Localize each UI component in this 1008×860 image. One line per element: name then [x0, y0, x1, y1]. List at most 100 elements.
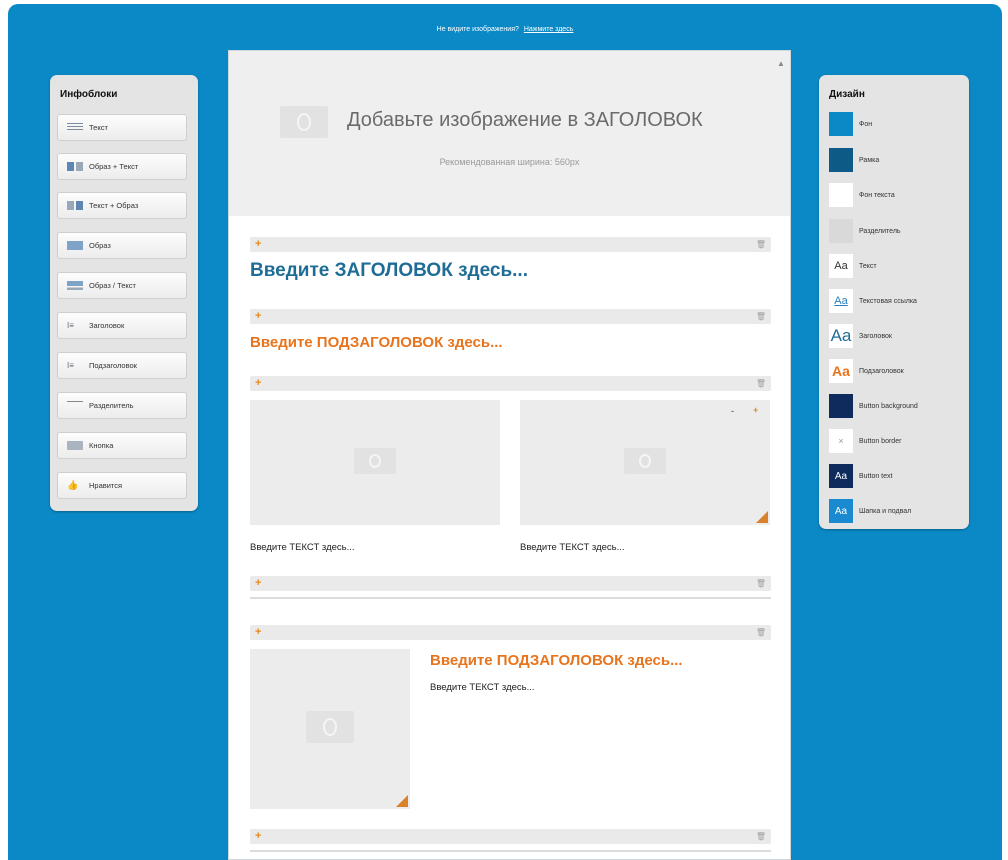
design-button-text-item[interactable]: Aa Button text [829, 463, 892, 489]
design-button-border-label: Button border [859, 437, 902, 445]
block-text-label: Текст [89, 123, 108, 132]
block-image-button[interactable]: Образ [57, 232, 187, 259]
design-background-item[interactable]: Фон [829, 111, 872, 137]
button-icon [67, 441, 83, 450]
trash-icon[interactable]: 🗑 [756, 309, 766, 324]
block-toolbar: + 🗑 [250, 237, 771, 252]
email-canvas: Добавьте изображение в ЗАГОЛОВОК Рекомен… [228, 50, 791, 860]
heading-color-swatch[interactable]: Aa [829, 324, 853, 348]
block-text-image-label: Текст + Образ [89, 201, 139, 210]
design-border-item[interactable]: Рамка [829, 147, 879, 173]
design-background-label: Фон [859, 120, 873, 128]
subheading-icon: I≡ [67, 361, 74, 370]
resize-handle-icon[interactable] [756, 511, 768, 523]
border-swatch[interactable] [829, 148, 853, 172]
design-header-footer-item[interactable]: Aa Шапка и подвал [829, 498, 911, 524]
add-icon[interactable]: + [255, 309, 261, 324]
block-divider-button[interactable]: Разделитель [57, 392, 187, 419]
image-placeholder[interactable] [250, 649, 410, 809]
design-panel: Дизайн Фон Рамка Фон текста Разделитель … [819, 75, 969, 529]
trash-icon[interactable]: 🗑 [756, 829, 766, 844]
column-text-2[interactable]: Введите ТЕКСТ здесь... [520, 542, 625, 553]
block-image-over-text-button[interactable]: Образ / Текст [57, 272, 187, 299]
add-icon[interactable]: + [255, 625, 261, 640]
add-icon[interactable]: + [255, 576, 261, 591]
heading-icon: I≡ [67, 321, 74, 330]
text-color-swatch[interactable]: Aa [829, 254, 853, 278]
design-title: Дизайн [829, 89, 865, 100]
block-subheading-button[interactable]: I≡ Подзаголовок [57, 352, 187, 379]
text-bg-swatch[interactable] [829, 183, 853, 207]
add-icon[interactable]: + [255, 376, 261, 391]
camera-icon [280, 106, 328, 138]
column-text-1[interactable]: Введите ТЕКСТ здесь... [250, 542, 355, 553]
subheading-text[interactable]: Введите ПОДЗАГОЛОВОК здесь... [250, 334, 503, 351]
view-images-question: Не видите изображения? [436, 26, 519, 33]
image-text-icon [67, 162, 83, 171]
trash-icon[interactable]: 🗑 [756, 376, 766, 391]
background-swatch[interactable] [829, 112, 853, 136]
design-link-item[interactable]: Aa Текстовая ссылка [829, 288, 917, 314]
button-text-swatch[interactable]: Aa [829, 464, 853, 488]
trash-icon[interactable]: 🗑 [756, 576, 766, 591]
add-icon[interactable]: + [255, 237, 261, 252]
block-button-button[interactable]: Кнопка [57, 432, 187, 459]
divider-icon [67, 401, 83, 411]
block-toolbar: + 🗑 [250, 829, 771, 844]
block-text-image-button[interactable]: Текст + Образ [57, 192, 187, 219]
block-heading-button[interactable]: I≡ Заголовок [57, 312, 187, 339]
button-border-swatch[interactable]: × [829, 429, 853, 453]
image-minus-control[interactable]: - [731, 406, 734, 416]
block-toolbar: + 🗑 [250, 309, 771, 324]
image-placeholder[interactable] [250, 400, 500, 525]
design-subheading-item[interactable]: Aa Подзаголовок [829, 358, 904, 384]
design-link-label: Текстовая ссылка [859, 297, 917, 305]
block-text-button[interactable]: Текст [57, 114, 187, 141]
subheading-color-swatch[interactable]: Aa [829, 359, 853, 383]
block-image-text-button[interactable]: Образ + Текст [57, 153, 187, 180]
resize-handle-icon[interactable] [396, 795, 408, 807]
design-divider-label: Разделитель [859, 227, 901, 235]
block-image-over-text-label: Образ / Текст [89, 281, 136, 290]
button-bg-swatch[interactable] [829, 394, 853, 418]
block-toolbar: + 🗑 [250, 376, 771, 391]
header-subtitle: Рекомендованная ширина: 560px [439, 157, 580, 167]
design-text-item[interactable]: Aa Текст [829, 253, 877, 279]
design-divider-item[interactable]: Разделитель [829, 218, 901, 244]
block-heading-label: Заголовок [89, 321, 125, 330]
trash-icon[interactable]: 🗑 [756, 625, 766, 640]
trash-icon[interactable]: 🗑 [756, 237, 766, 252]
block-like-button[interactable]: 👍 Нравится [57, 472, 187, 499]
design-button-border-item[interactable]: × Button border [829, 428, 901, 454]
camera-icon [624, 448, 666, 474]
header-title: Добавьте изображение в ЗАГОЛОВОК [347, 109, 703, 131]
block-image-text-label: Образ + Текст [89, 162, 139, 171]
design-text-bg-item[interactable]: Фон текста [829, 182, 895, 208]
text-lines-icon [67, 123, 83, 132]
design-heading-label: Заголовок [859, 332, 892, 340]
image-placeholder[interactable]: - + [520, 400, 770, 525]
like-icon: 👍 [67, 480, 79, 490]
link-color-swatch[interactable]: Aa [829, 289, 853, 313]
image-icon [67, 241, 83, 250]
design-button-bg-item[interactable]: Button background [829, 393, 918, 419]
design-button-bg-label: Button background [859, 402, 918, 410]
add-icon[interactable]: + [255, 829, 261, 844]
block-toolbar: + 🗑 [250, 576, 771, 591]
header-image-area[interactable]: Добавьте изображение в ЗАГОЛОВОК Рекомен… [229, 51, 790, 216]
collapse-icon[interactable]: ▲ [774, 57, 788, 71]
header-footer-swatch[interactable]: Aa [829, 499, 853, 523]
block-like-label: Нравится [89, 481, 123, 490]
design-heading-item[interactable]: Aa Заголовок [829, 323, 892, 349]
divider-swatch[interactable] [829, 219, 853, 243]
camera-icon [306, 711, 354, 743]
image-plus-control[interactable]: + [753, 405, 758, 415]
design-header-footer-label: Шапка и подвал [859, 507, 912, 515]
camera-icon [354, 448, 396, 474]
editor-stage: Не видите изображения? Нажмите здесь Инф… [8, 4, 1002, 860]
side-body-text[interactable]: Введите ТЕКСТ здесь... [430, 682, 535, 693]
view-images-link[interactable]: Нажмите здесь [524, 26, 574, 33]
side-subheading-text[interactable]: Введите ПОДЗАГОЛОВОК здесь... [430, 652, 683, 669]
divider-line [250, 597, 771, 599]
heading-text[interactable]: Введите ЗАГОЛОВОК здесь... [250, 260, 528, 282]
